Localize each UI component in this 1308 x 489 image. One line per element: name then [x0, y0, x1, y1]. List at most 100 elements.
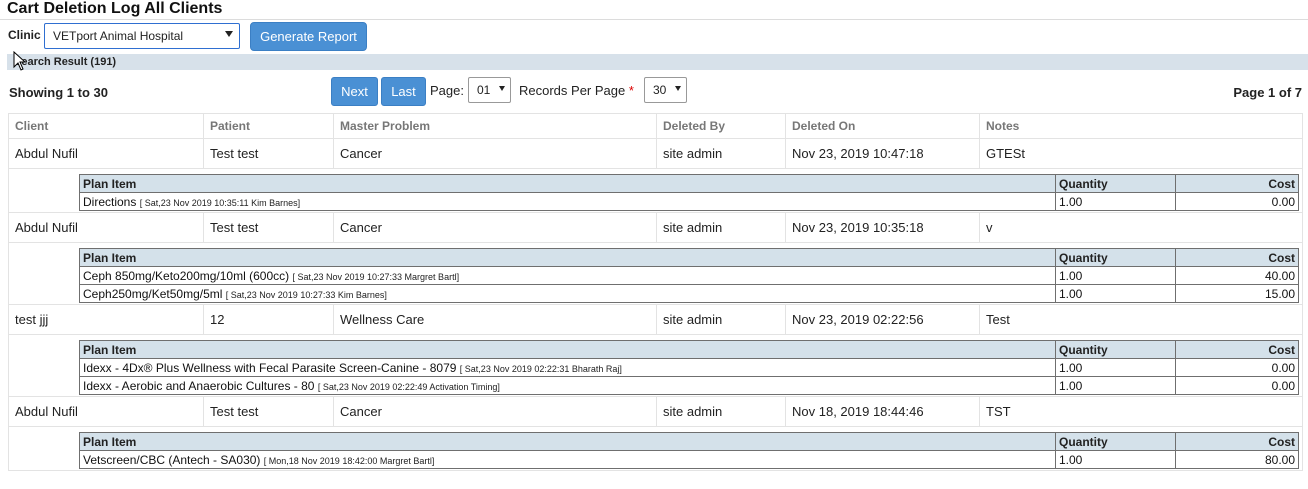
deleted-on-cell: Nov 23, 2019 10:47:18 — [785, 138, 980, 169]
plan-items-row: Plan Item Quantity Cost Directions [ Sat… — [8, 168, 1303, 213]
plan-item-meta: [ Sat,23 Nov 2019 10:27:33 Margret Bartl… — [292, 271, 460, 282]
column-header-notes: Notes — [979, 113, 1303, 139]
chevron-down-icon — [225, 31, 233, 37]
deleted-by-cell: site admin — [656, 138, 786, 169]
column-header-patient: Patient — [203, 113, 334, 139]
plan-item-name: Ceph250mg/Ket50mg/5ml — [83, 286, 223, 301]
plan-item-header: Plan Item — [79, 174, 1056, 193]
deleted-on-cell: Nov 23, 2019 10:35:18 — [785, 212, 980, 243]
quantity-cell: 1.00 — [1055, 266, 1176, 285]
master-problem-cell: Cancer — [333, 212, 657, 243]
plan-item-meta: [ Sat,23 Nov 2019 02:22:49 Activation Ti… — [317, 381, 500, 392]
deleted-by-cell: site admin — [656, 396, 786, 427]
patient-cell: Test test — [203, 396, 334, 427]
chevron-down-icon — [675, 86, 681, 91]
notes-cell: GTESt — [979, 138, 1303, 169]
table-row: Abdul Nufil Test test Cancer site admin … — [8, 396, 1303, 427]
chevron-down-icon — [499, 86, 505, 91]
plan-item-cell: Idexx - Aerobic and Anaerobic Cultures -… — [79, 376, 1056, 395]
notes-cell: TST — [979, 396, 1303, 427]
plan-items-container: Plan Item Quantity Cost Vetscreen/CBC (A… — [8, 426, 1303, 471]
plan-items-row: Plan Item Quantity Cost Idexx - 4Dx® Plu… — [8, 334, 1303, 397]
quantity-cell: 1.00 — [1055, 376, 1176, 395]
plan-items-table: Plan Item Quantity Cost Directions [ Sat… — [79, 174, 1299, 211]
plan-item-row: Vetscreen/CBC (Antech - SA030) [ Mon,18 … — [79, 450, 1299, 469]
quantity-cell: 1.00 — [1055, 284, 1176, 303]
quantity-cell: 1.00 — [1055, 192, 1176, 211]
generate-report-button[interactable]: Generate Report — [250, 22, 367, 51]
next-page-button[interactable]: Next — [331, 77, 378, 106]
table-header-row: Client Patient Master Problem Deleted By… — [8, 113, 1303, 139]
plan-items-table: Plan Item Quantity Cost Ceph 850mg/Keto2… — [79, 248, 1299, 303]
cost-cell: 80.00 — [1175, 450, 1299, 469]
cost-cell: 0.00 — [1175, 376, 1299, 395]
cost-header: Cost — [1175, 248, 1299, 267]
title-divider — [0, 19, 1308, 20]
mouse-pointer-icon — [13, 51, 27, 71]
clinic-select[interactable]: VETport Animal Hospital — [44, 23, 240, 49]
plan-item-meta: [ Sat,23 Nov 2019 02:22:31 Bharath Raj] — [459, 363, 622, 374]
plan-item-meta: [ Mon,18 Nov 2019 18:42:00 Margret Bartl… — [263, 455, 435, 466]
plan-item-cell: Directions [ Sat,23 Nov 2019 10:35:11 Ki… — [79, 192, 1056, 211]
plan-item-cell: Ceph250mg/Ket50mg/5ml [ Sat,23 Nov 2019 … — [79, 284, 1056, 303]
page-select[interactable]: 01 — [468, 77, 511, 103]
plan-items-container: Plan Item Quantity Cost Ceph 850mg/Keto2… — [8, 242, 1303, 305]
column-header-client: Client — [8, 113, 204, 139]
client-cell: Abdul Nufil — [8, 212, 204, 243]
records-per-page-select[interactable]: 30 — [644, 77, 687, 103]
plan-item-cell: Ceph 850mg/Keto200mg/10ml (600cc) [ Sat,… — [79, 266, 1056, 285]
master-problem-cell: Wellness Care — [333, 304, 657, 335]
quantity-cell: 1.00 — [1055, 450, 1176, 469]
plan-items-container: Plan Item Quantity Cost Directions [ Sat… — [8, 168, 1303, 213]
quantity-header: Quantity — [1055, 340, 1176, 359]
deletion-log-table: Client Patient Master Problem Deleted By… — [8, 113, 1303, 471]
page-count: Page 1 of 7 — [1233, 85, 1302, 100]
plan-items-row: Plan Item Quantity Cost Ceph 850mg/Keto2… — [8, 242, 1303, 305]
deleted-on-cell: Nov 18, 2019 18:44:46 — [785, 396, 980, 427]
plan-items-container: Plan Item Quantity Cost Idexx - 4Dx® Plu… — [8, 334, 1303, 397]
table-row: Abdul Nufil Test test Cancer site admin … — [8, 212, 1303, 243]
last-page-button[interactable]: Last — [381, 77, 426, 106]
patient-cell: Test test — [203, 212, 334, 243]
clinic-label: Clinic — [8, 28, 41, 42]
cost-header: Cost — [1175, 340, 1299, 359]
master-problem-cell: Cancer — [333, 138, 657, 169]
client-cell: Abdul Nufil — [8, 396, 204, 427]
clinic-select-value: VETport Animal Hospital — [53, 29, 184, 43]
page-title: Cart Deletion Log All Clients — [7, 0, 223, 17]
deleted-by-cell: site admin — [656, 304, 786, 335]
plan-item-row: Idexx - Aerobic and Anaerobic Cultures -… — [79, 376, 1299, 395]
plan-item-header: Plan Item — [79, 340, 1056, 359]
plan-items-row: Plan Item Quantity Cost Vetscreen/CBC (A… — [8, 426, 1303, 471]
page-label: Page: — [430, 83, 464, 98]
cost-cell: 0.00 — [1175, 358, 1299, 377]
cost-header: Cost — [1175, 432, 1299, 451]
plan-item-row: Ceph 850mg/Keto200mg/10ml (600cc) [ Sat,… — [79, 266, 1299, 285]
records-per-page-label: Records Per Page * — [519, 83, 634, 98]
plan-items-table: Plan Item Quantity Cost Vetscreen/CBC (A… — [79, 432, 1299, 469]
notes-cell: v — [979, 212, 1303, 243]
plan-item-meta: [ Sat,23 Nov 2019 10:35:11 Kim Barnes] — [139, 197, 301, 208]
notes-cell: Test — [979, 304, 1303, 335]
client-cell: test jjj — [8, 304, 204, 335]
records-per-page-text: Records Per Page — [519, 83, 626, 98]
showing-range: Showing 1 to 30 — [9, 85, 108, 100]
cost-cell: 0.00 — [1175, 192, 1299, 211]
plan-item-header: Plan Item — [79, 432, 1056, 451]
search-result-bar: Search Result (191) — [7, 54, 1308, 70]
cost-cell: 40.00 — [1175, 266, 1299, 285]
plan-item-cell: Vetscreen/CBC (Antech - SA030) [ Mon,18 … — [79, 450, 1056, 469]
patient-cell: Test test — [203, 138, 334, 169]
plan-item-row: Ceph250mg/Ket50mg/5ml [ Sat,23 Nov 2019 … — [79, 284, 1299, 303]
column-header-deleted-by: Deleted By — [656, 113, 786, 139]
master-problem-cell: Cancer — [333, 396, 657, 427]
plan-items-table: Plan Item Quantity Cost Idexx - 4Dx® Plu… — [79, 340, 1299, 395]
table-row: test jjj 12 Wellness Care site admin Nov… — [8, 304, 1303, 335]
plan-item-row: Directions [ Sat,23 Nov 2019 10:35:11 Ki… — [79, 192, 1299, 211]
plan-item-row: Idexx - 4Dx® Plus Wellness with Fecal Pa… — [79, 358, 1299, 377]
patient-cell: 12 — [203, 304, 334, 335]
plan-item-name: Ceph 850mg/Keto200mg/10ml (600cc) — [83, 268, 290, 283]
search-result-label: Search Result (191) — [14, 56, 117, 68]
plan-item-name: Idexx - 4Dx® Plus Wellness with Fecal Pa… — [83, 360, 457, 375]
quantity-header: Quantity — [1055, 432, 1176, 451]
